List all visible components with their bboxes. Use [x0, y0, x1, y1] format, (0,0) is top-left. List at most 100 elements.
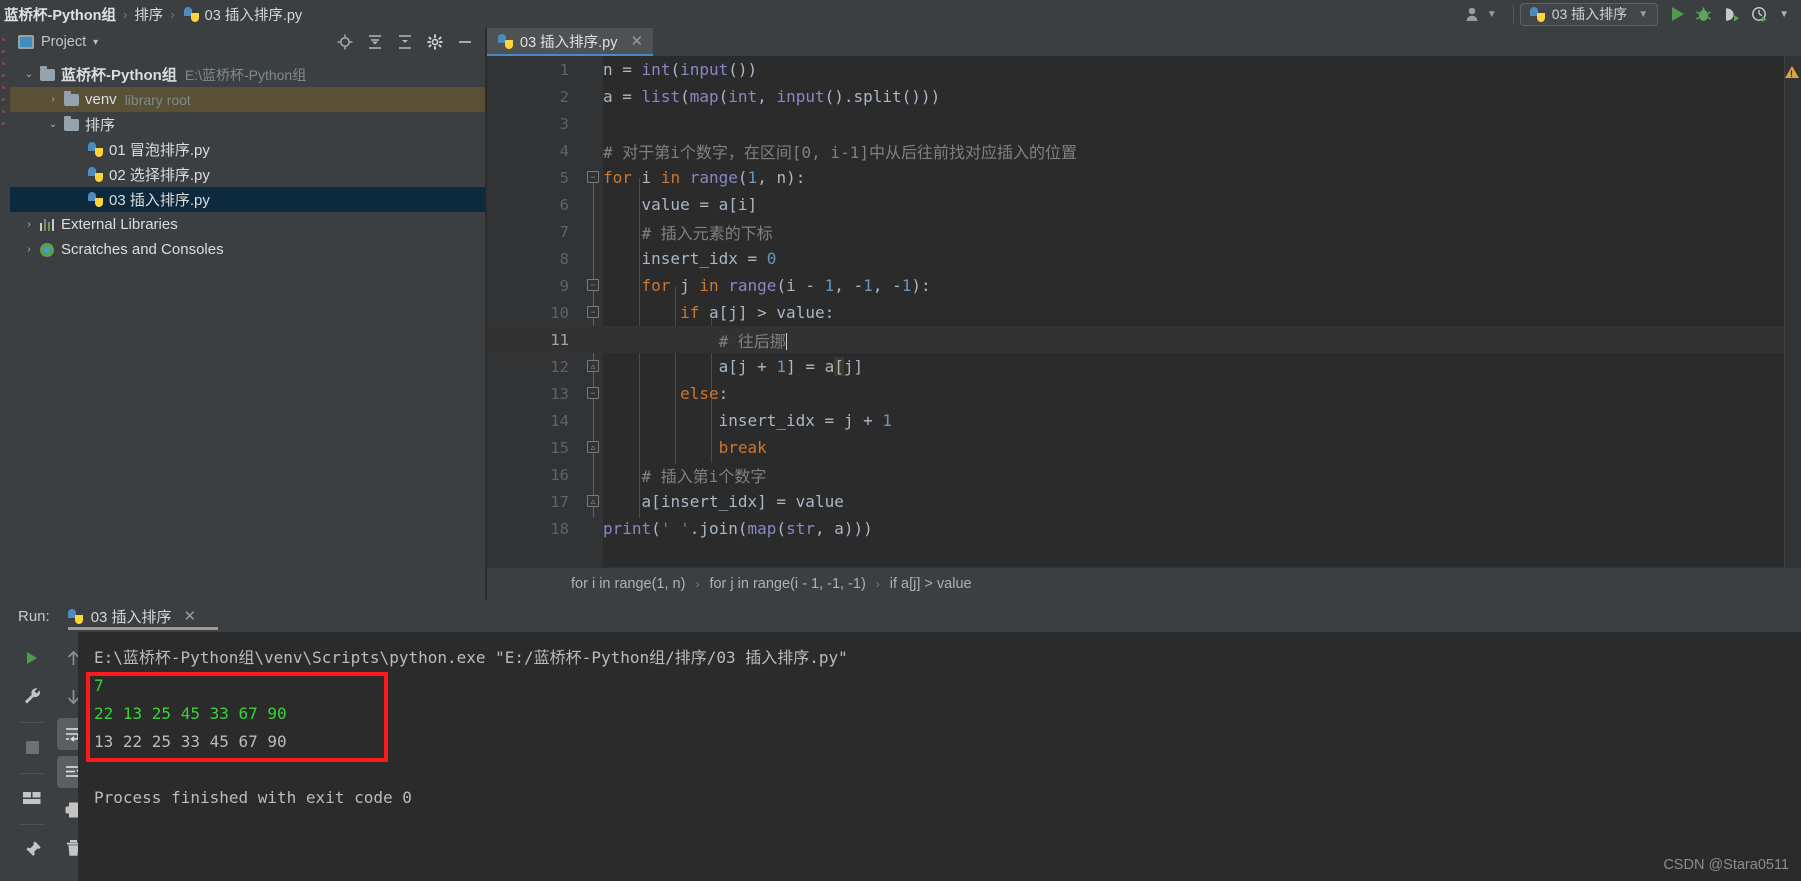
line-number: 11 [550, 330, 569, 349]
code-line-9: for j in range(i - 1, -1, -1): [641, 276, 931, 295]
rerun-button[interactable] [16, 642, 48, 674]
code-line-5: for i in range(1, n): [603, 168, 806, 187]
code-line-6: value = a[i] [641, 195, 758, 214]
project-toolwindow-actions [337, 34, 485, 50]
line-number: 16 [550, 465, 569, 484]
tree-node-path: E:\蓝桥杯-Python组 [184, 66, 307, 83]
collapse-all-icon[interactable] [397, 34, 413, 50]
console-line-command: E:\蓝桥杯-Python组\venv\Scripts\python.exe "… [94, 648, 848, 667]
editor-breadcrumb-bar: for i in range(1, n) › for j in range(i … [487, 567, 1801, 600]
locate-icon[interactable] [337, 34, 353, 50]
chevron-down-icon[interactable]: ▾ [93, 37, 98, 48]
user-icon [1466, 7, 1478, 21]
code-row[interactable]: 7 # 插入元素的下标 [487, 218, 1801, 245]
code-row[interactable]: 2 a = list(map(int, input().split())) [487, 83, 1801, 110]
editor-tab-label: 03 插入排序.py [520, 34, 618, 51]
code-row[interactable]: 3 [487, 110, 1801, 137]
run-configuration-selector[interactable]: 03 插入排序 ▼ [1519, 2, 1659, 26]
python-file-icon [1529, 6, 1545, 22]
tree-node-venv[interactable]: › venv library root [10, 87, 485, 112]
breadcrumb-item-inner-for[interactable]: for j in range(i - 1, -1, -1) [709, 576, 865, 592]
run-sidebar-primary [10, 632, 54, 881]
chevron-down-icon[interactable]: ⌄ [44, 119, 62, 130]
debug-icon[interactable] [1695, 6, 1712, 23]
run-icon[interactable] [1672, 7, 1685, 21]
code-row[interactable]: 9 for j in range(i - 1, -1, -1): [487, 272, 1801, 299]
code-row[interactable]: 17 a[insert_idx] = value [487, 488, 1801, 515]
code-line-17: a[insert_idx] = value [641, 492, 844, 511]
breadcrumb-item-outer-for[interactable]: for i in range(1, n) [571, 576, 685, 592]
code-line-7: # 插入元素的下标 [603, 223, 773, 243]
layout-icon[interactable] [16, 782, 48, 814]
tree-node-label: 03 插入排序.py [109, 192, 210, 209]
toolbar-divider [1512, 5, 1514, 23]
text-caret [785, 332, 787, 350]
warning-triangle-icon[interactable] [1785, 66, 1799, 79]
code-editor[interactable]: − − − ▵ − ▵ ▵ 1 n = int(input()) 2 a = l… [487, 56, 1801, 567]
project-tree-panel[interactable]: ⌄ 蓝桥杯-Python组 E:\蓝桥杯-Python组 › venv libr… [10, 56, 485, 600]
code-line-10: if a[j] > value: [680, 303, 835, 322]
code-row[interactable]: 13 else: [487, 380, 1801, 407]
stop-button[interactable] [16, 731, 48, 763]
profile-icon[interactable] [1751, 6, 1768, 23]
code-row[interactable]: 6 value = a[i] [487, 191, 1801, 218]
pin-icon[interactable] [16, 833, 48, 865]
chevron-right-icon[interactable]: › [20, 219, 38, 230]
expand-all-icon[interactable] [367, 34, 383, 50]
line-number: 10 [550, 303, 569, 322]
chevron-down-icon[interactable]: ▼ [1779, 9, 1789, 20]
code-row[interactable]: 5 for i in range(1, n): [487, 164, 1801, 191]
line-number: 2 [559, 87, 569, 106]
line-number: 14 [550, 411, 569, 430]
close-icon[interactable]: ✕ [184, 607, 197, 625]
close-icon[interactable]: ✕ [631, 32, 644, 50]
code-row[interactable]: 4 # 对于第i个数字，在区间[0, i-1]中从后往前找对应插入的位置 [487, 137, 1801, 164]
tree-node-file-02[interactable]: 02 选择排序.py [10, 162, 485, 187]
code-row[interactable]: 18 print(' '.join(map(str, a))) [487, 515, 1801, 542]
code-line-13: else: [680, 384, 729, 403]
hide-toolwindow-icon[interactable] [457, 34, 473, 50]
user-menu-button[interactable]: ▼ [1455, 6, 1507, 22]
chevron-right-icon[interactable]: › [20, 244, 38, 255]
chevron-right-icon[interactable]: › [44, 94, 62, 105]
code-row[interactable]: 14 insert_idx = j + 1 [487, 407, 1801, 434]
breadcrumb-project[interactable]: 蓝桥杯-Python组 [4, 4, 116, 25]
editor-tab-bar: 03 插入排序.py ✕ [487, 28, 1801, 56]
code-row[interactable]: 1 n = int(input()) [487, 56, 1801, 83]
titlebar-right-group: ▼ 03 插入排序 ▼ ▼ [1455, 0, 1801, 28]
editor-tab-03[interactable]: 03 插入排序.py ✕ [487, 28, 654, 56]
tree-node-paixu-folder[interactable]: ⌄ 排序 [10, 112, 485, 137]
chevron-down-icon: ▼ [1638, 8, 1649, 20]
tree-node-file-01[interactable]: 01 冒泡排序.py [10, 137, 485, 162]
code-line-1: n = int(input()) [603, 60, 758, 79]
code-row-current[interactable]: 11 # 往后挪 [487, 326, 1801, 353]
code-row[interactable]: 15 break [487, 434, 1801, 461]
breadcrumb-item-if[interactable]: if a[j] > value [890, 576, 972, 592]
line-number: 8 [559, 249, 569, 268]
editor-analysis-strip[interactable] [1785, 56, 1801, 567]
libraries-icon [38, 218, 56, 231]
chevron-down-icon[interactable]: ⌄ [20, 69, 38, 80]
breadcrumb-folder[interactable]: 排序 [134, 4, 163, 25]
line-number: 15 [550, 438, 569, 457]
tree-node-external-libraries[interactable]: › External Libraries [10, 212, 485, 237]
coverage-icon[interactable] [1723, 6, 1740, 23]
run-console-output[interactable]: E:\蓝桥杯-Python组\venv\Scripts\python.exe "… [78, 632, 1801, 881]
run-tab[interactable]: 03 插入排序 ✕ [64, 600, 219, 632]
tree-node-scratches-consoles[interactable]: › Scratches and Consoles [10, 237, 485, 262]
project-title-button[interactable]: Project ▾ [18, 34, 98, 50]
line-number: 5 [559, 168, 569, 187]
watermark-label: CSDN @Stara0511 [1663, 857, 1789, 873]
gear-icon[interactable] [427, 34, 443, 50]
tree-node-file-03-selected[interactable]: 03 插入排序.py [10, 187, 485, 212]
breadcrumb-file[interactable]: 03 插入排序.py [205, 4, 303, 25]
settings-wrench-icon[interactable] [16, 680, 48, 712]
code-row[interactable]: 16 # 插入第i个数字 [487, 461, 1801, 488]
code-row[interactable]: 8 insert_idx = 0 [487, 245, 1801, 272]
tree-node-project-root[interactable]: ⌄ 蓝桥杯-Python组 E:\蓝桥杯-Python组 [10, 62, 485, 87]
code-row[interactable]: 10 if a[j] > value: [487, 299, 1801, 326]
code-row[interactable]: 12 a[j + 1] = a[j] [487, 353, 1801, 380]
folder-icon [62, 115, 80, 131]
sidebar-divider [19, 824, 45, 825]
